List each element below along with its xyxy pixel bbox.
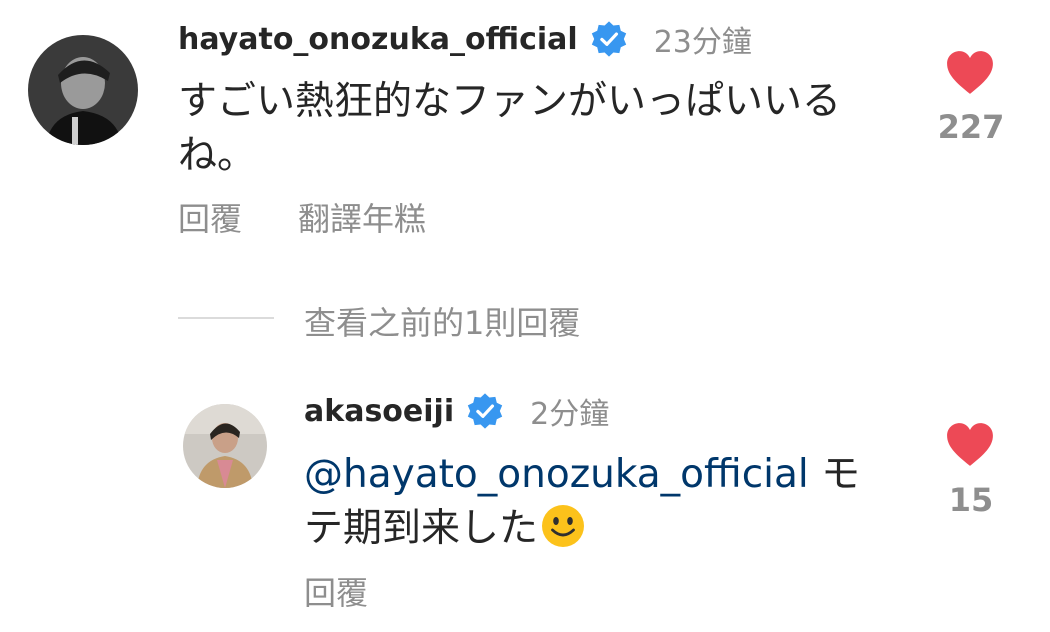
timestamp: 23分鐘 (653, 25, 752, 60)
reply-timestamp: 2分鐘 (530, 397, 610, 432)
heart-icon (947, 423, 993, 466)
smiling-face-emoji-icon (540, 503, 586, 549)
comment-text: すごい熱狂的なファンがいっぱいいるね。 (178, 79, 842, 178)
translate-button[interactable]: 翻譯年糕 (298, 194, 426, 240)
verified-badge-icon (590, 20, 628, 58)
reply-username[interactable]: akasoeiji (304, 394, 454, 429)
view-previous-replies-button[interactable]: 查看之前的1則回覆 (304, 298, 580, 344)
reply-text: @hayato_onozuka_official モテ期到来した (304, 448, 894, 556)
username[interactable]: hayato_onozuka_official (178, 22, 578, 57)
reply-like-count: 15 (948, 481, 994, 519)
avatar[interactable] (28, 35, 138, 145)
comment-header: hayato_onozuka_official 23分鐘 (178, 18, 752, 60)
like-button[interactable] (945, 49, 995, 95)
reply-reply-button[interactable]: 回覆 (304, 568, 368, 614)
verified-badge-icon (466, 392, 504, 430)
like-count: 227 (937, 108, 1005, 146)
reply-header: akasoeiji 2分鐘 (304, 390, 609, 432)
reply-button[interactable]: 回覆 (178, 194, 242, 240)
heart-icon (947, 51, 993, 94)
reply-like-button[interactable] (945, 421, 995, 467)
thread-divider (178, 317, 274, 319)
mention-link[interactable]: @hayato_onozuka_official (304, 452, 809, 497)
reply-avatar[interactable] (183, 404, 267, 488)
